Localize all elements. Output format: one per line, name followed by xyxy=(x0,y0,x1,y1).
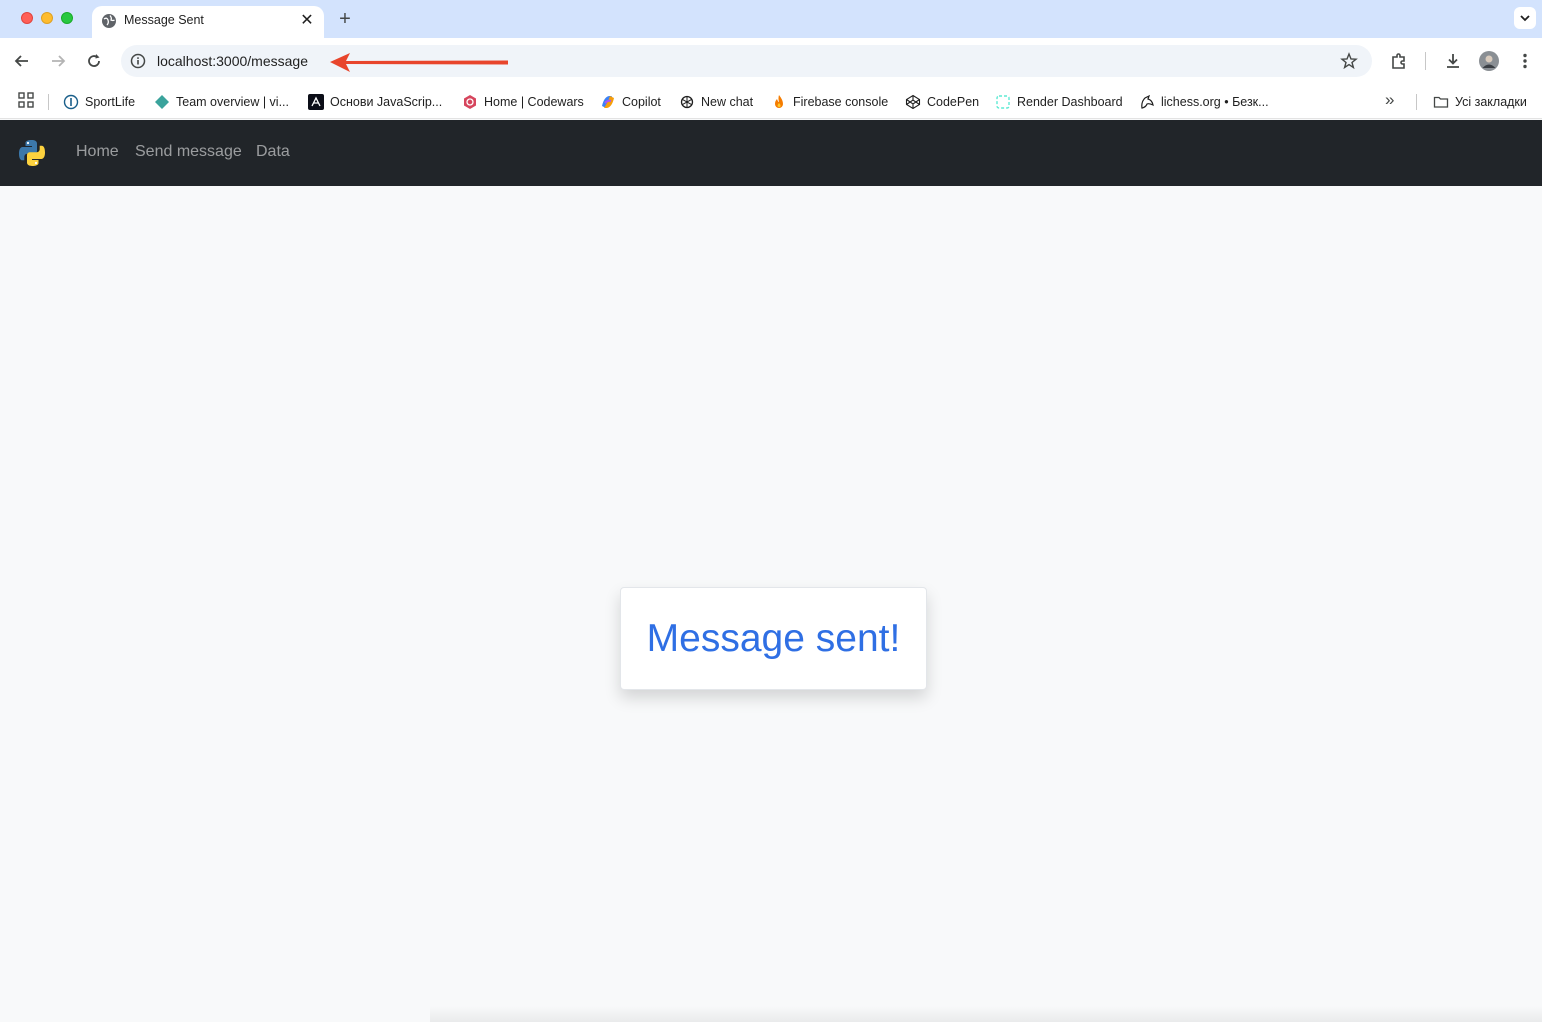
bookmark-label: Render Dashboard xyxy=(1017,95,1123,109)
url-text[interactable]: localhost:3000/message xyxy=(157,53,308,69)
all-bookmarks-label: Усі закладки xyxy=(1455,95,1527,109)
bookmark-label: New chat xyxy=(701,95,754,109)
bookmark-label: Team overview | vi... xyxy=(176,95,290,109)
minimize-window-button[interactable] xyxy=(41,12,53,24)
message-sent-heading: Message sent! xyxy=(646,616,901,660)
toolbar-divider xyxy=(1425,52,1426,70)
tab-title: Message Sent xyxy=(124,13,204,27)
address-bar[interactable]: localhost:3000/message xyxy=(121,45,1372,77)
message-card: Message sent! xyxy=(620,587,927,690)
nav-link-data[interactable]: Data xyxy=(256,143,290,161)
reload-icon[interactable] xyxy=(84,51,104,71)
bookmark-copilot[interactable]: Copilot xyxy=(600,91,661,113)
bookmark-sportlife[interactable]: SportLife xyxy=(63,91,135,113)
chevron-down-icon xyxy=(1520,15,1530,22)
bookmark-label: Home | Codewars xyxy=(484,95,584,109)
zoom-window-button[interactable] xyxy=(61,12,73,24)
tab-strip: Message Sent ✕ + xyxy=(0,0,1542,38)
more-bookmarks-button[interactable]: » xyxy=(1385,90,1394,110)
bookmark-render[interactable]: Render Dashboard xyxy=(995,91,1123,113)
arrow-right-icon[interactable] xyxy=(48,51,68,71)
bottom-shadow xyxy=(430,1006,1542,1022)
bookmark-codepen[interactable]: CodePen xyxy=(905,91,979,113)
bookmark-label: CodePen xyxy=(927,95,980,109)
bookmark-codewars[interactable]: Home | Codewars xyxy=(462,91,584,113)
browser-toolbar: localhost:3000/message xyxy=(0,38,1542,85)
bookmarks-bar: SportLife Team overview | vi... Основи J… xyxy=(0,85,1542,119)
star-icon[interactable] xyxy=(1340,52,1358,70)
more-vert-icon[interactable] xyxy=(1515,51,1535,71)
python-logo-icon[interactable] xyxy=(16,137,48,169)
nav-link-send-message[interactable]: Send message xyxy=(135,143,242,161)
bookmark-label: SportLife xyxy=(85,95,136,109)
apps-grid-icon[interactable] xyxy=(18,92,34,108)
all-bookmarks-button[interactable]: Усі закладки xyxy=(1433,91,1527,113)
bookmark-label: Основи JavaScrip... xyxy=(330,95,443,109)
page-content: Message sent! xyxy=(0,186,1542,1022)
puzzle-icon[interactable] xyxy=(1389,51,1409,71)
bookmark-lichess[interactable]: lichess.org • Безк... xyxy=(1139,91,1269,113)
site-navbar: Home Send message Data xyxy=(0,120,1542,186)
sportlife-icon xyxy=(63,94,79,110)
bookmark-team-overview[interactable]: Team overview | vi... xyxy=(154,91,289,113)
bookmark-label: lichess.org • Безк... xyxy=(1161,95,1269,109)
firebase-icon xyxy=(775,95,783,108)
info-icon[interactable] xyxy=(129,52,147,70)
openai-icon xyxy=(680,95,694,109)
close-window-button[interactable] xyxy=(21,12,33,24)
bookmarks-divider xyxy=(48,94,49,110)
folder-icon xyxy=(1433,96,1449,108)
red-arrow-icon xyxy=(330,53,508,72)
bookmark-javascript[interactable]: Основи JavaScrip... xyxy=(308,91,442,113)
bookmark-firebase[interactable]: Firebase console xyxy=(771,91,888,113)
bookmarks-divider xyxy=(1416,94,1417,110)
bookmark-new-chat[interactable]: New chat xyxy=(679,91,753,113)
browser-tab[interactable]: Message Sent ✕ xyxy=(92,6,324,38)
nav-link-home[interactable]: Home xyxy=(76,143,119,161)
tab-search-button[interactable] xyxy=(1514,7,1536,29)
globe-icon xyxy=(102,14,116,28)
arrow-left-icon[interactable] xyxy=(12,51,32,71)
lichess-icon xyxy=(1141,94,1154,109)
avatar[interactable] xyxy=(1479,51,1499,71)
download-icon[interactable] xyxy=(1443,51,1463,71)
codewars-icon xyxy=(464,95,476,109)
lambda-icon xyxy=(308,94,324,110)
bookmark-label: Copilot xyxy=(622,95,661,109)
copilot-icon xyxy=(602,96,614,108)
diamond-icon xyxy=(155,95,169,109)
codepen-icon xyxy=(905,94,921,110)
new-tab-button[interactable]: + xyxy=(334,8,356,30)
close-tab-icon[interactable]: ✕ xyxy=(298,12,316,30)
bookmark-label: Firebase console xyxy=(793,95,889,109)
render-icon xyxy=(996,95,1010,109)
